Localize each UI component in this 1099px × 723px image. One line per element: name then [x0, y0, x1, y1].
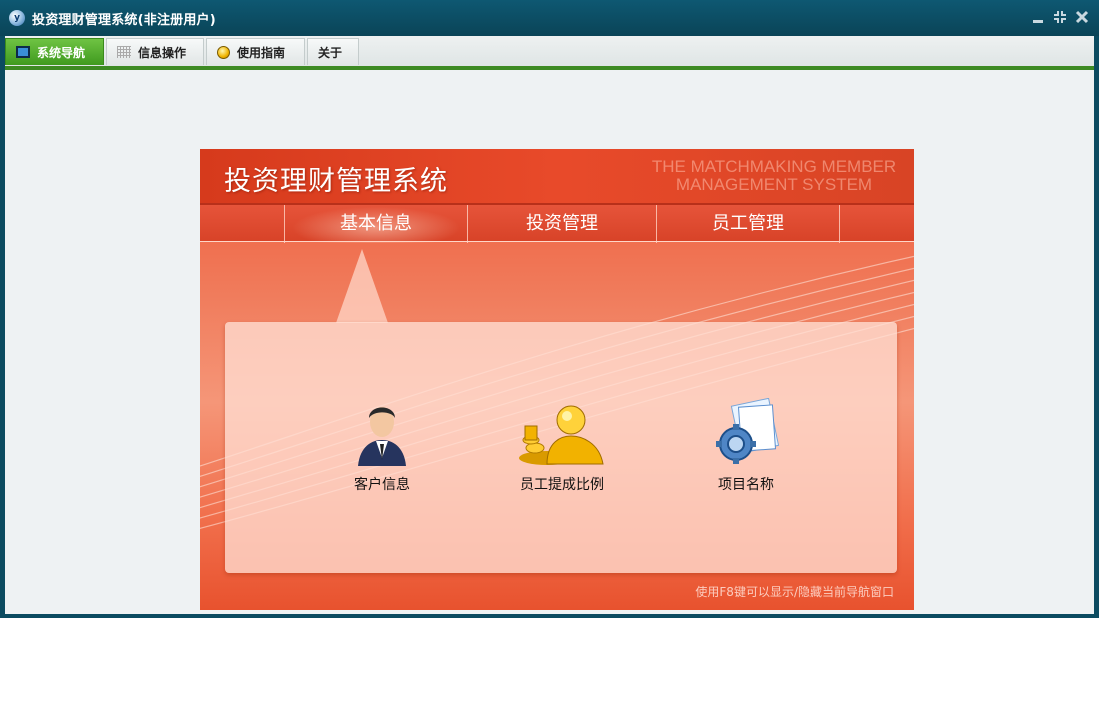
menu-bar: 系统导航 信息操作 使用指南 关于 — [5, 36, 1094, 70]
tab-label: 关于 — [318, 45, 343, 60]
active-tab-pointer — [336, 249, 388, 323]
app-logo-icon: y — [9, 10, 25, 26]
nav-item-investment[interactable]: 投资管理 — [468, 205, 656, 243]
minimize-icon[interactable] — [1030, 9, 1046, 25]
tab-label: 使用指南 — [237, 45, 286, 60]
window-title: 投资理财管理系统(非注册用户) — [32, 13, 216, 28]
customer-info-item[interactable]: 客户信息 — [317, 398, 447, 494]
app-window: y 投资理财管理系统(非注册用户) 系统导航 信息操作 使用指南 关于 投资理财… — [0, 0, 1099, 618]
commission-icon — [517, 398, 607, 468]
nav-item-staff[interactable]: 员工管理 — [657, 205, 839, 243]
client-area: 系统导航 信息操作 使用指南 关于 投资理财管理系统 THE MATCHMAKI… — [5, 36, 1094, 614]
content-area: 客户信息 员工提成比例 项目名称 — [225, 322, 897, 573]
nav-divider — [839, 205, 840, 243]
restore-icon[interactable] — [1052, 9, 1068, 25]
panel-header: 投资理财管理系统 THE MATCHMAKING MEMBER MANAGEME… — [200, 149, 914, 203]
project-name-item[interactable]: 项目名称 — [681, 397, 811, 494]
tab-info-operation[interactable]: 信息操作 — [106, 38, 204, 65]
subtitle-line-2: MANAGEMENT SYSTEM — [675, 175, 873, 194]
tab-system-navigation[interactable]: 系统导航 — [5, 38, 104, 65]
title-bar[interactable]: y 投资理财管理系统(非注册用户) — [0, 0, 1099, 36]
tab-user-guide[interactable]: 使用指南 — [206, 38, 305, 65]
tab-label: 系统导航 — [37, 45, 86, 60]
f8-hint-text: 使用F8键可以显示/隐藏当前导航窗口 — [695, 585, 894, 599]
monitor-icon — [16, 46, 30, 58]
tab-label: 信息操作 — [138, 45, 187, 60]
commission-rate-item[interactable]: 员工提成比例 — [497, 398, 627, 494]
subtitle-line-1: THE MATCHMAKING MEMBER — [651, 157, 897, 176]
customer-icon — [350, 398, 414, 468]
tab-about[interactable]: 关于 — [307, 38, 359, 65]
system-subtitle: THE MATCHMAKING MEMBER MANAGEMENT SYSTEM — [644, 158, 904, 194]
project-icon — [714, 397, 780, 468]
bulb-icon — [217, 45, 230, 59]
close-icon[interactable] — [1074, 9, 1090, 25]
system-title: 投资理财管理系统 — [224, 166, 448, 197]
nav-item-basic-info[interactable]: 基本信息 — [285, 205, 467, 243]
panel-nav: 基本信息 投资管理 员工管理 — [200, 203, 914, 243]
project-name-label: 项目名称 — [718, 477, 774, 493]
commission-rate-label: 员工提成比例 — [520, 477, 604, 493]
navigation-panel: 投资理财管理系统 THE MATCHMAKING MEMBER MANAGEME… — [200, 149, 914, 610]
customer-info-label: 客户信息 — [354, 477, 410, 493]
grid-icon — [117, 46, 131, 58]
